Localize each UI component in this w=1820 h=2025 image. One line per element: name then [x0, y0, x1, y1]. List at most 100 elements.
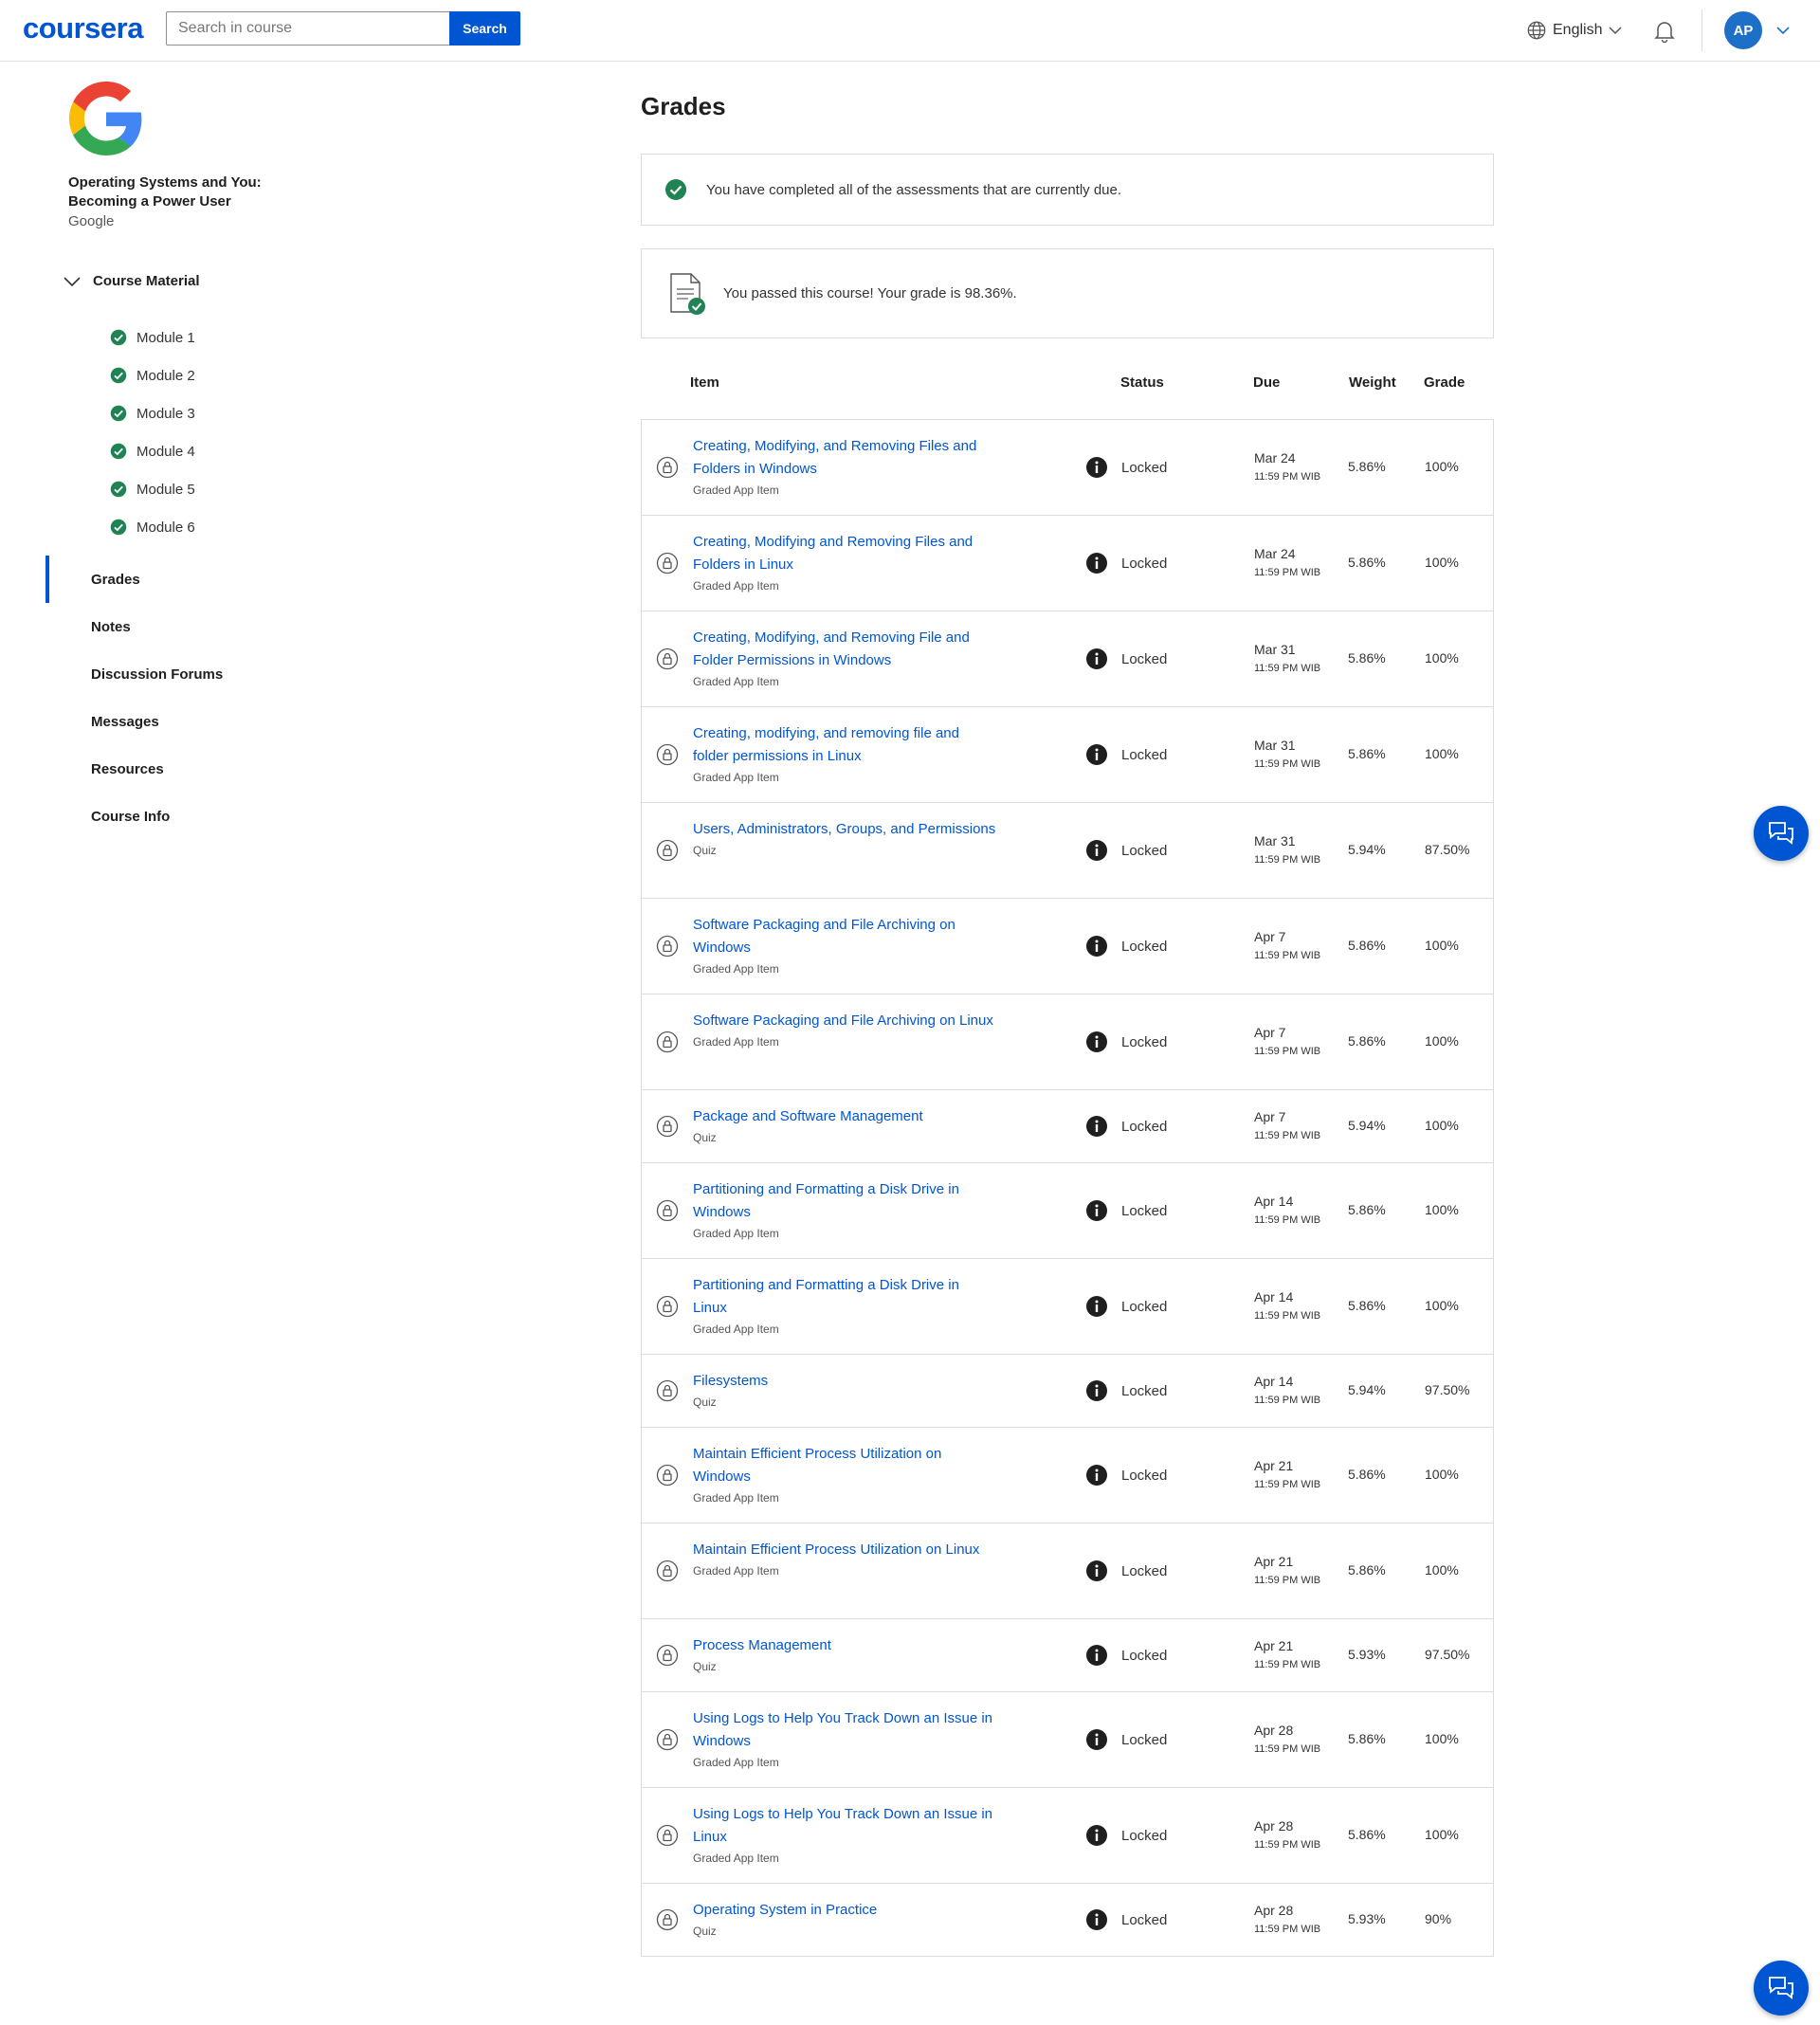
item-link[interactable]: Maintain Efficient Process Utilization o…	[693, 1539, 996, 1561]
lock-icon	[656, 648, 679, 670]
due-time: 11:59 PM WIB	[1254, 1839, 1321, 1851]
info-icon[interactable]	[1085, 743, 1108, 766]
item-link[interactable]: Creating, modifying, and removing file a…	[693, 722, 996, 768]
item-link[interactable]: Creating, Modifying, and Removing File a…	[693, 627, 996, 672]
item-link[interactable]: Partitioning and Formatting a Disk Drive…	[693, 1274, 996, 1320]
item-link[interactable]: Process Management	[693, 1634, 996, 1657]
search-button[interactable]: Search	[449, 11, 520, 46]
item-type: Graded App Item	[693, 1852, 779, 1865]
due-cell: Apr 21 11:59 PM WIB	[1254, 1456, 1320, 1494]
info-icon[interactable]	[1085, 1728, 1108, 1751]
sidebar-module-1[interactable]: Module 1	[110, 319, 195, 356]
sidebar-item-grades[interactable]: Grades	[46, 556, 349, 603]
item-cell: Partitioning and Formatting a Disk Drive…	[693, 1274, 996, 1339]
user-avatar[interactable]: AP	[1724, 11, 1762, 49]
item-link[interactable]: Creating, Modifying, and Removing Files …	[693, 435, 996, 481]
bell-icon[interactable]	[1653, 19, 1676, 44]
info-icon[interactable]	[1085, 1464, 1108, 1487]
info-icon[interactable]	[1085, 839, 1108, 862]
weight-cell: 5.86%	[1348, 938, 1386, 953]
sidebar-module-6[interactable]: Module 6	[110, 508, 195, 546]
item-cell: Software Packaging and File Archiving on…	[693, 1010, 996, 1051]
info-icon[interactable]	[1085, 1560, 1108, 1582]
status-cell: Locked	[1085, 1824, 1167, 1847]
sidebar-item-resources[interactable]: Resources	[46, 745, 349, 793]
sidebar-module-4[interactable]: Module 4	[110, 432, 195, 470]
sidebar-item-discussion-forums[interactable]: Discussion Forums	[46, 650, 349, 698]
item-link[interactable]: Creating, Modifying and Removing Files a…	[693, 531, 996, 576]
due-cell: Mar 31 11:59 PM WIB	[1254, 831, 1320, 869]
info-icon[interactable]	[1085, 1031, 1108, 1053]
info-icon[interactable]	[1085, 935, 1108, 958]
status-label: Locked	[1121, 555, 1168, 572]
due-time: 11:59 PM WIB	[1254, 758, 1321, 770]
due-date: Apr 14	[1254, 1374, 1294, 1389]
grade-cell: 100%	[1425, 1202, 1459, 1217]
item-link[interactable]: Filesystems	[693, 1370, 996, 1393]
grade-cell: 100%	[1425, 1118, 1459, 1133]
module-label: Module 2	[136, 367, 195, 384]
status-label: Locked	[1121, 1382, 1168, 1399]
course-material-toggle[interactable]: Course Material	[63, 273, 200, 289]
table-row: Users, Administrators, Groups, and Permi…	[642, 803, 1493, 899]
info-icon[interactable]	[1085, 1295, 1108, 1318]
info-icon[interactable]	[1085, 1908, 1108, 1931]
due-cell: Apr 21 11:59 PM WIB	[1254, 1552, 1320, 1590]
info-icon[interactable]	[1085, 1644, 1108, 1667]
lock-icon	[656, 1728, 679, 1751]
status-cell: Locked	[1085, 1464, 1167, 1487]
sidebar-module-5[interactable]: Module 5	[110, 470, 195, 508]
item-type: Graded App Item	[693, 1035, 779, 1049]
due-time: 11:59 PM WIB	[1254, 854, 1321, 866]
due-time: 11:59 PM WIB	[1254, 1743, 1321, 1755]
sidebar-module-2[interactable]: Module 2	[110, 356, 195, 394]
info-icon[interactable]	[1085, 1824, 1108, 1847]
col-due: Due	[1253, 374, 1281, 391]
due-date: Apr 14	[1254, 1289, 1294, 1304]
table-row: Creating, Modifying, and Removing File a…	[642, 611, 1493, 707]
col-item: Item	[690, 374, 719, 391]
item-link[interactable]: Maintain Efficient Process Utilization o…	[693, 1443, 996, 1488]
info-icon[interactable]	[1085, 552, 1108, 575]
item-link[interactable]: Partitioning and Formatting a Disk Drive…	[693, 1178, 996, 1224]
sidebar-item-messages[interactable]: Messages	[46, 698, 349, 745]
table-row: Process Management Quiz Locked Apr 21 11:59 …	[642, 1619, 1493, 1692]
item-link[interactable]: Operating System in Practice	[693, 1899, 996, 1922]
due-date: Apr 21	[1254, 1554, 1294, 1569]
coursera-logo[interactable]: coursera	[23, 11, 143, 46]
info-icon[interactable]	[1085, 1199, 1108, 1222]
item-link[interactable]: Using Logs to Help You Track Down an Iss…	[693, 1707, 996, 1753]
status-label: Locked	[1121, 1033, 1168, 1050]
item-cell: Using Logs to Help You Track Down an Iss…	[693, 1803, 996, 1868]
item-link[interactable]: Users, Administrators, Groups, and Permi…	[693, 818, 996, 841]
grade-cell: 100%	[1425, 555, 1459, 570]
status-cell: Locked	[1085, 1728, 1167, 1751]
lock-icon	[656, 1379, 679, 1402]
item-type: Graded App Item	[693, 771, 779, 784]
item-type: Quiz	[693, 1925, 717, 1938]
sidebar-module-3[interactable]: Module 3	[110, 394, 195, 432]
chevron-down-icon[interactable]	[1775, 23, 1791, 38]
item-link[interactable]: Using Logs to Help You Track Down an Iss…	[693, 1803, 996, 1849]
course-title[interactable]: Operating Systems and You: Becoming a Po…	[68, 173, 286, 211]
search-input[interactable]	[166, 11, 450, 46]
item-link[interactable]: Package and Software Management	[693, 1105, 996, 1128]
chat-button[interactable]	[1754, 1961, 1809, 2016]
item-link[interactable]: Software Packaging and File Archiving on…	[693, 914, 996, 959]
status-label: Locked	[1121, 1562, 1168, 1579]
sidebar-item-course-info[interactable]: Course Info	[46, 793, 349, 840]
info-icon[interactable]	[1085, 456, 1108, 479]
language-selector[interactable]: English	[1526, 19, 1623, 42]
sidebar-nav: Grades Notes Discussion Forums Messages Reso…	[46, 556, 349, 840]
grade-cell: 90%	[1425, 1911, 1452, 1926]
chat-button[interactable]	[1754, 806, 1809, 861]
sidebar-item-notes[interactable]: Notes	[46, 603, 349, 650]
due-date: Mar 24	[1254, 546, 1296, 561]
info-icon[interactable]	[1085, 648, 1108, 670]
item-cell: Partitioning and Formatting a Disk Drive…	[693, 1178, 996, 1243]
status-label: Locked	[1121, 1118, 1168, 1135]
item-link[interactable]: Software Packaging and File Archiving on…	[693, 1010, 996, 1032]
info-icon[interactable]	[1085, 1115, 1108, 1138]
info-icon[interactable]	[1085, 1379, 1108, 1402]
due-cell: Mar 24 11:59 PM WIB	[1254, 544, 1320, 582]
